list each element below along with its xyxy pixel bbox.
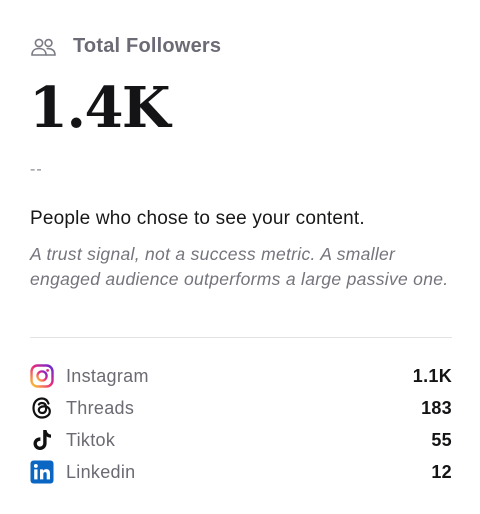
card-title: Total Followers (73, 35, 222, 57)
platform-name: Linkedin (66, 461, 136, 482)
platform-row-linkedin: Linkedin 12 (30, 456, 452, 488)
platform-count: 55 (431, 429, 452, 450)
description-headline: People who chose to see your content. (30, 208, 365, 229)
total-followers-value: 1.4K (29, 75, 171, 141)
platform-count: 1.1K (412, 365, 452, 386)
threads-icon (30, 396, 54, 420)
platform-row-instagram: Instagram 1.1K (30, 360, 452, 392)
tiktok-icon (30, 428, 54, 452)
card-header: Total Followers (30, 33, 221, 60)
platform-name: Instagram (66, 365, 149, 386)
platform-row-tiktok: Tiktok 55 (30, 424, 452, 456)
divider (30, 337, 452, 338)
platform-count: 183 (421, 397, 452, 418)
platform-count: 12 (431, 461, 452, 482)
total-followers-card: Total Followers 1.4K -- People who chose… (0, 0, 480, 514)
platform-name: Tiktok (66, 429, 116, 450)
platform-name: Threads (66, 397, 135, 418)
platform-list: Instagram 1.1K Threads 183 Tiktok 55 Lin… (30, 360, 452, 488)
linkedin-icon (30, 460, 54, 484)
platform-row-threads: Threads 183 (30, 392, 452, 424)
users-icon (30, 33, 57, 60)
description-note: A trust signal, not a success metric. A … (30, 244, 449, 289)
followers-delta: -- (30, 161, 43, 178)
instagram-icon (30, 364, 54, 388)
